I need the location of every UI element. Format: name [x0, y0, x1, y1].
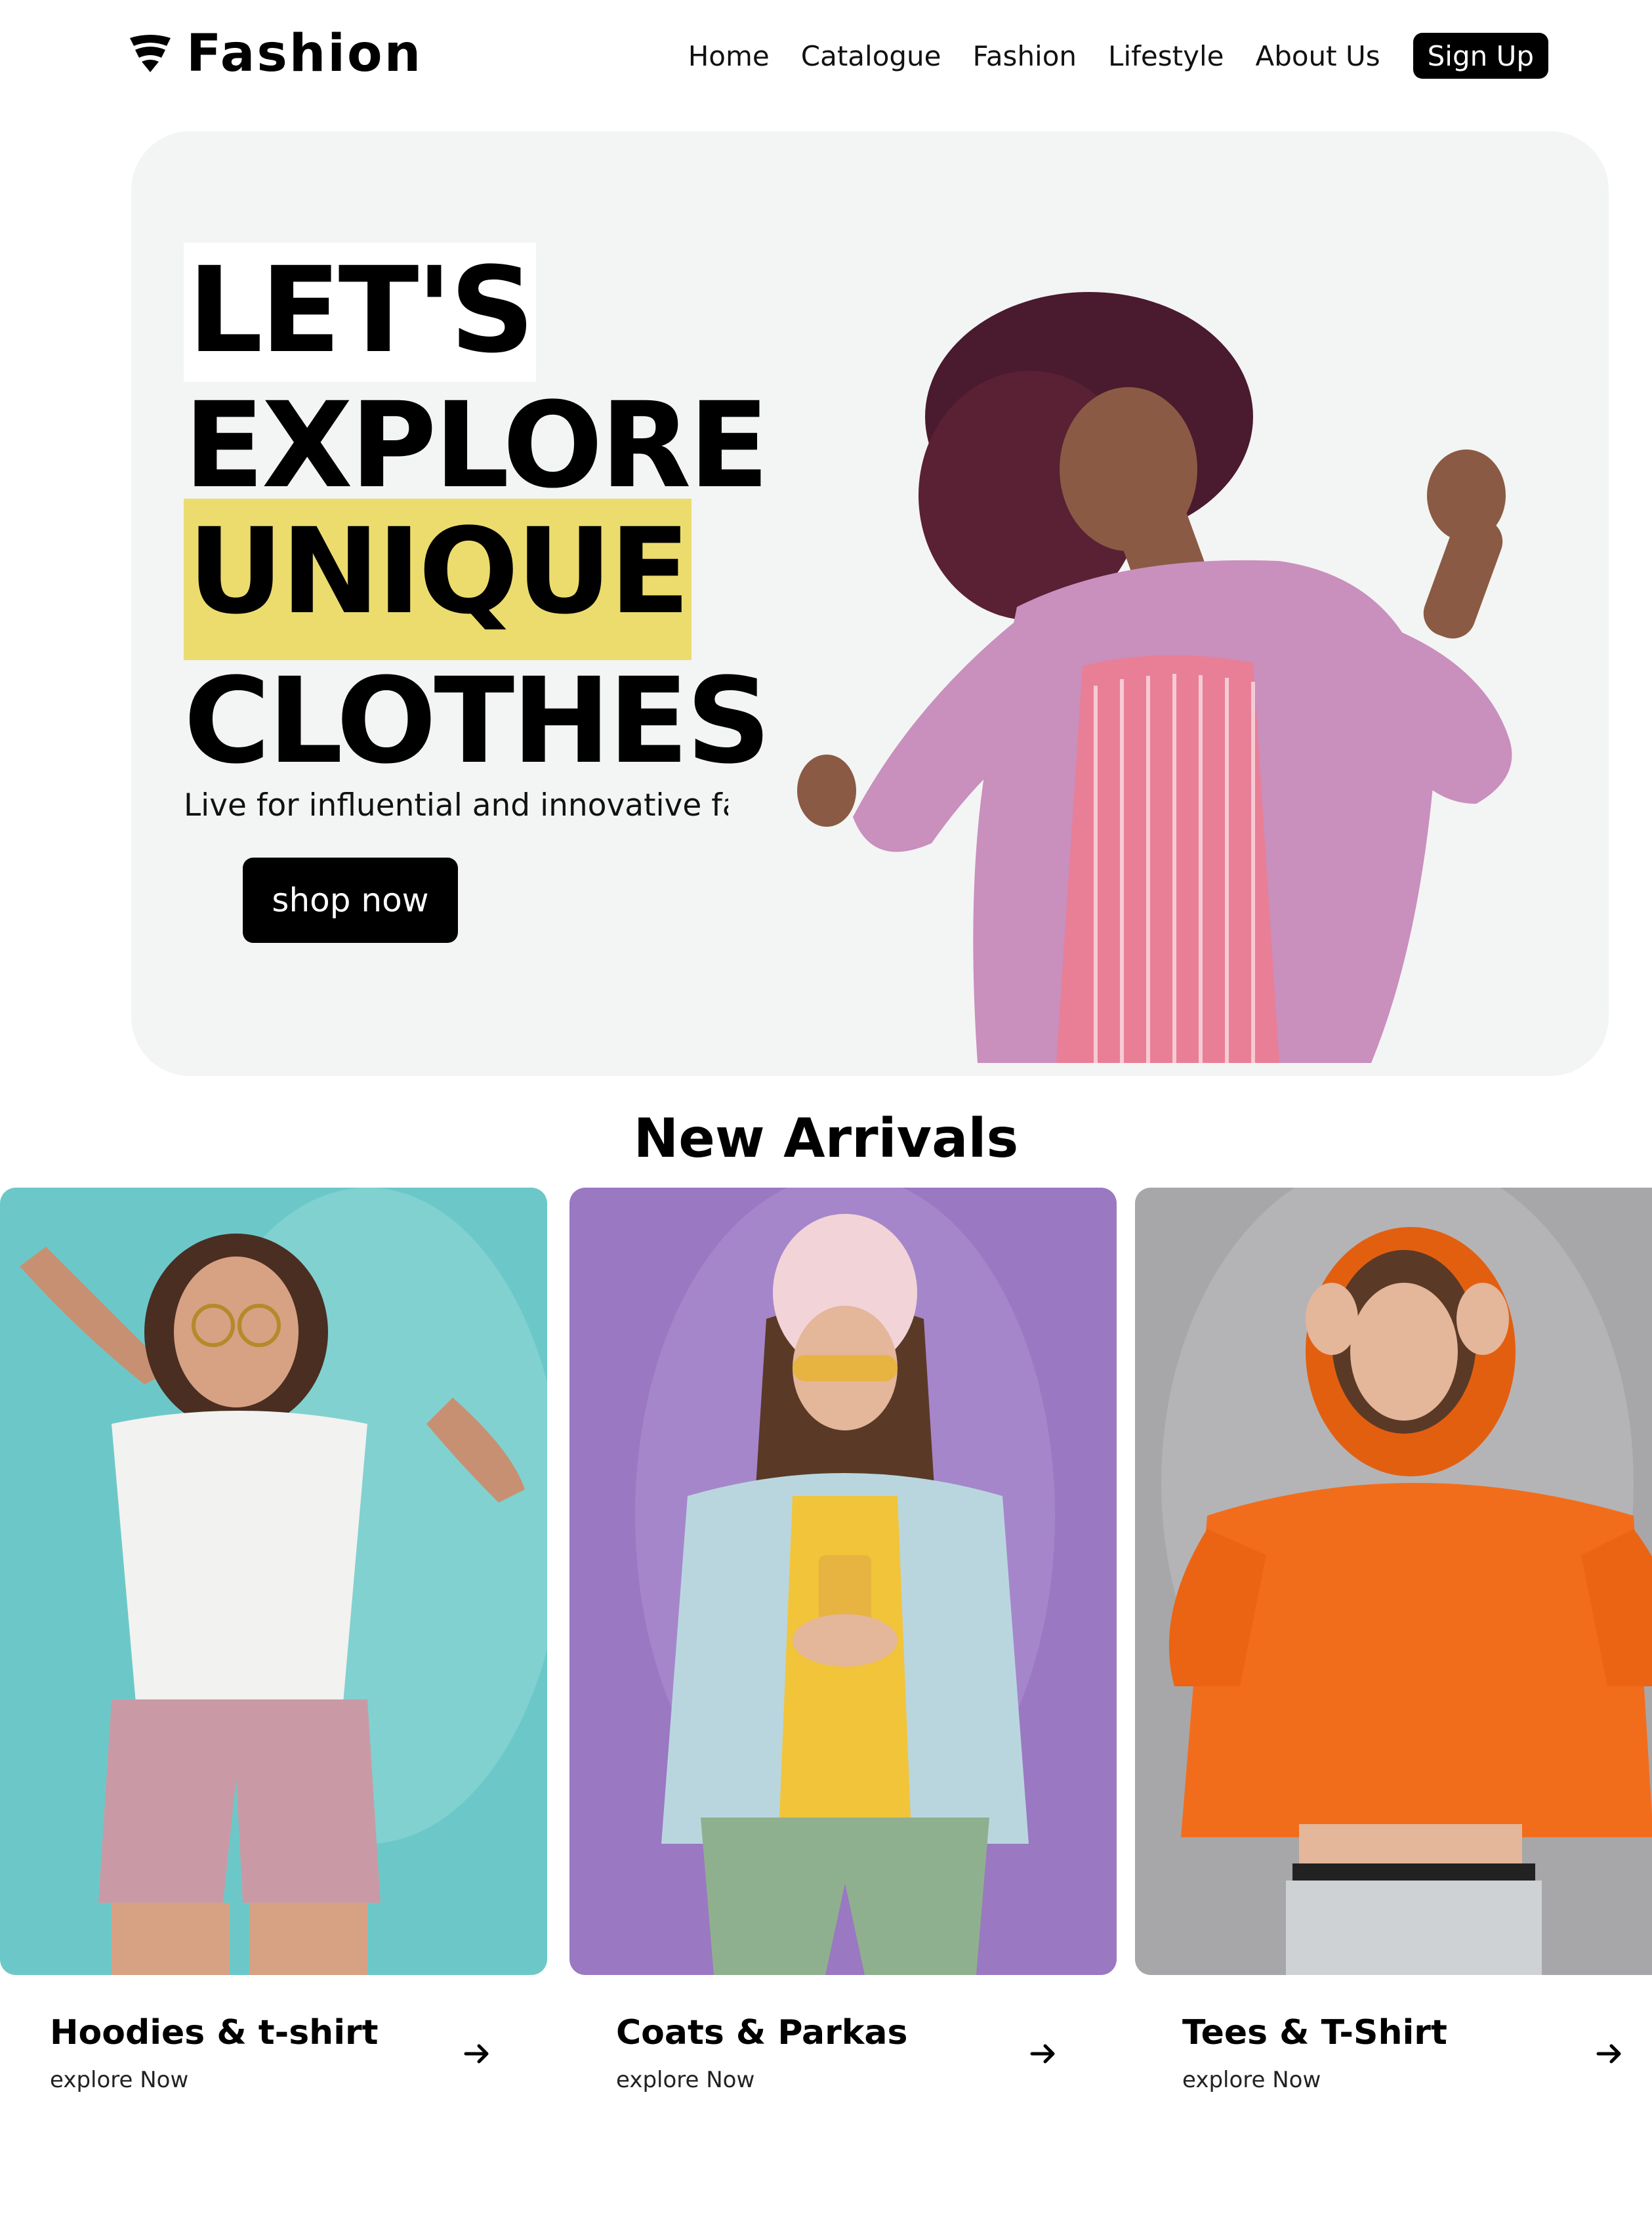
wifi-shield-logo-icon — [130, 35, 171, 72]
arrival-card-hoodies-image[interactable] — [0, 1188, 547, 1975]
nav-catalogue[interactable]: Catalogue — [801, 40, 941, 72]
arrival-card-title[interactable]: Coats & Parkas — [616, 2013, 1075, 2052]
arrow-right-icon[interactable] — [1596, 2039, 1624, 2068]
shop-now-button[interactable]: shop now — [243, 858, 458, 943]
nav-fashion[interactable]: Fashion — [973, 40, 1077, 72]
hero-model-image — [797, 292, 1512, 1063]
arrival-card-tees-caption: Tees & T-Shirt explore Now — [1182, 2013, 1642, 2093]
arrival-card-title[interactable]: Hoodies & t-shirt — [50, 2013, 509, 2052]
brand-name: Fashion — [186, 24, 423, 83]
new-arrivals-heading: New Arrivals — [633, 1108, 1019, 1170]
arrival-card-tees-image[interactable] — [1135, 1188, 1652, 1975]
arrival-card-link[interactable]: explore Now — [1182, 2067, 1642, 2093]
arrow-right-icon[interactable] — [1029, 2039, 1058, 2068]
hero-headline-line-4: CLOTHES — [184, 653, 771, 790]
hero-headline-highlight: UNIQUE — [184, 499, 692, 660]
main-nav: Home Catalogue Fashion Lifestyle About U… — [688, 30, 1548, 81]
arrival-card-coats-caption: Coats & Parkas explore Now — [616, 2013, 1075, 2093]
hero-headline-line-2: EXPLORE — [184, 377, 770, 514]
nav-home[interactable]: Home — [688, 40, 770, 72]
nav-lifestyle[interactable]: Lifestyle — [1108, 40, 1224, 72]
hero-subtitle: Live for influential and innovative fash… — [184, 787, 728, 823]
sign-up-button[interactable]: Sign Up — [1413, 33, 1548, 79]
hero-headline-line-1: LET'S — [184, 243, 537, 382]
arrival-card-hoodies-caption: Hoodies & t-shirt explore Now — [50, 2013, 509, 2093]
nav-about-us[interactable]: About Us — [1255, 40, 1380, 72]
hero-banner: LET'S EXPLORE UNIQUE CLOTHES Live for in… — [131, 131, 1609, 1076]
arrival-card-link[interactable]: explore Now — [616, 2067, 1075, 2093]
arrival-card-title[interactable]: Tees & T-Shirt — [1182, 2013, 1642, 2052]
arrival-card-link[interactable]: explore Now — [50, 2067, 509, 2093]
arrow-right-icon[interactable] — [463, 2039, 492, 2068]
arrival-card-coats-image[interactable] — [569, 1188, 1117, 1975]
brand-logo[interactable]: Fashion — [129, 22, 423, 85]
